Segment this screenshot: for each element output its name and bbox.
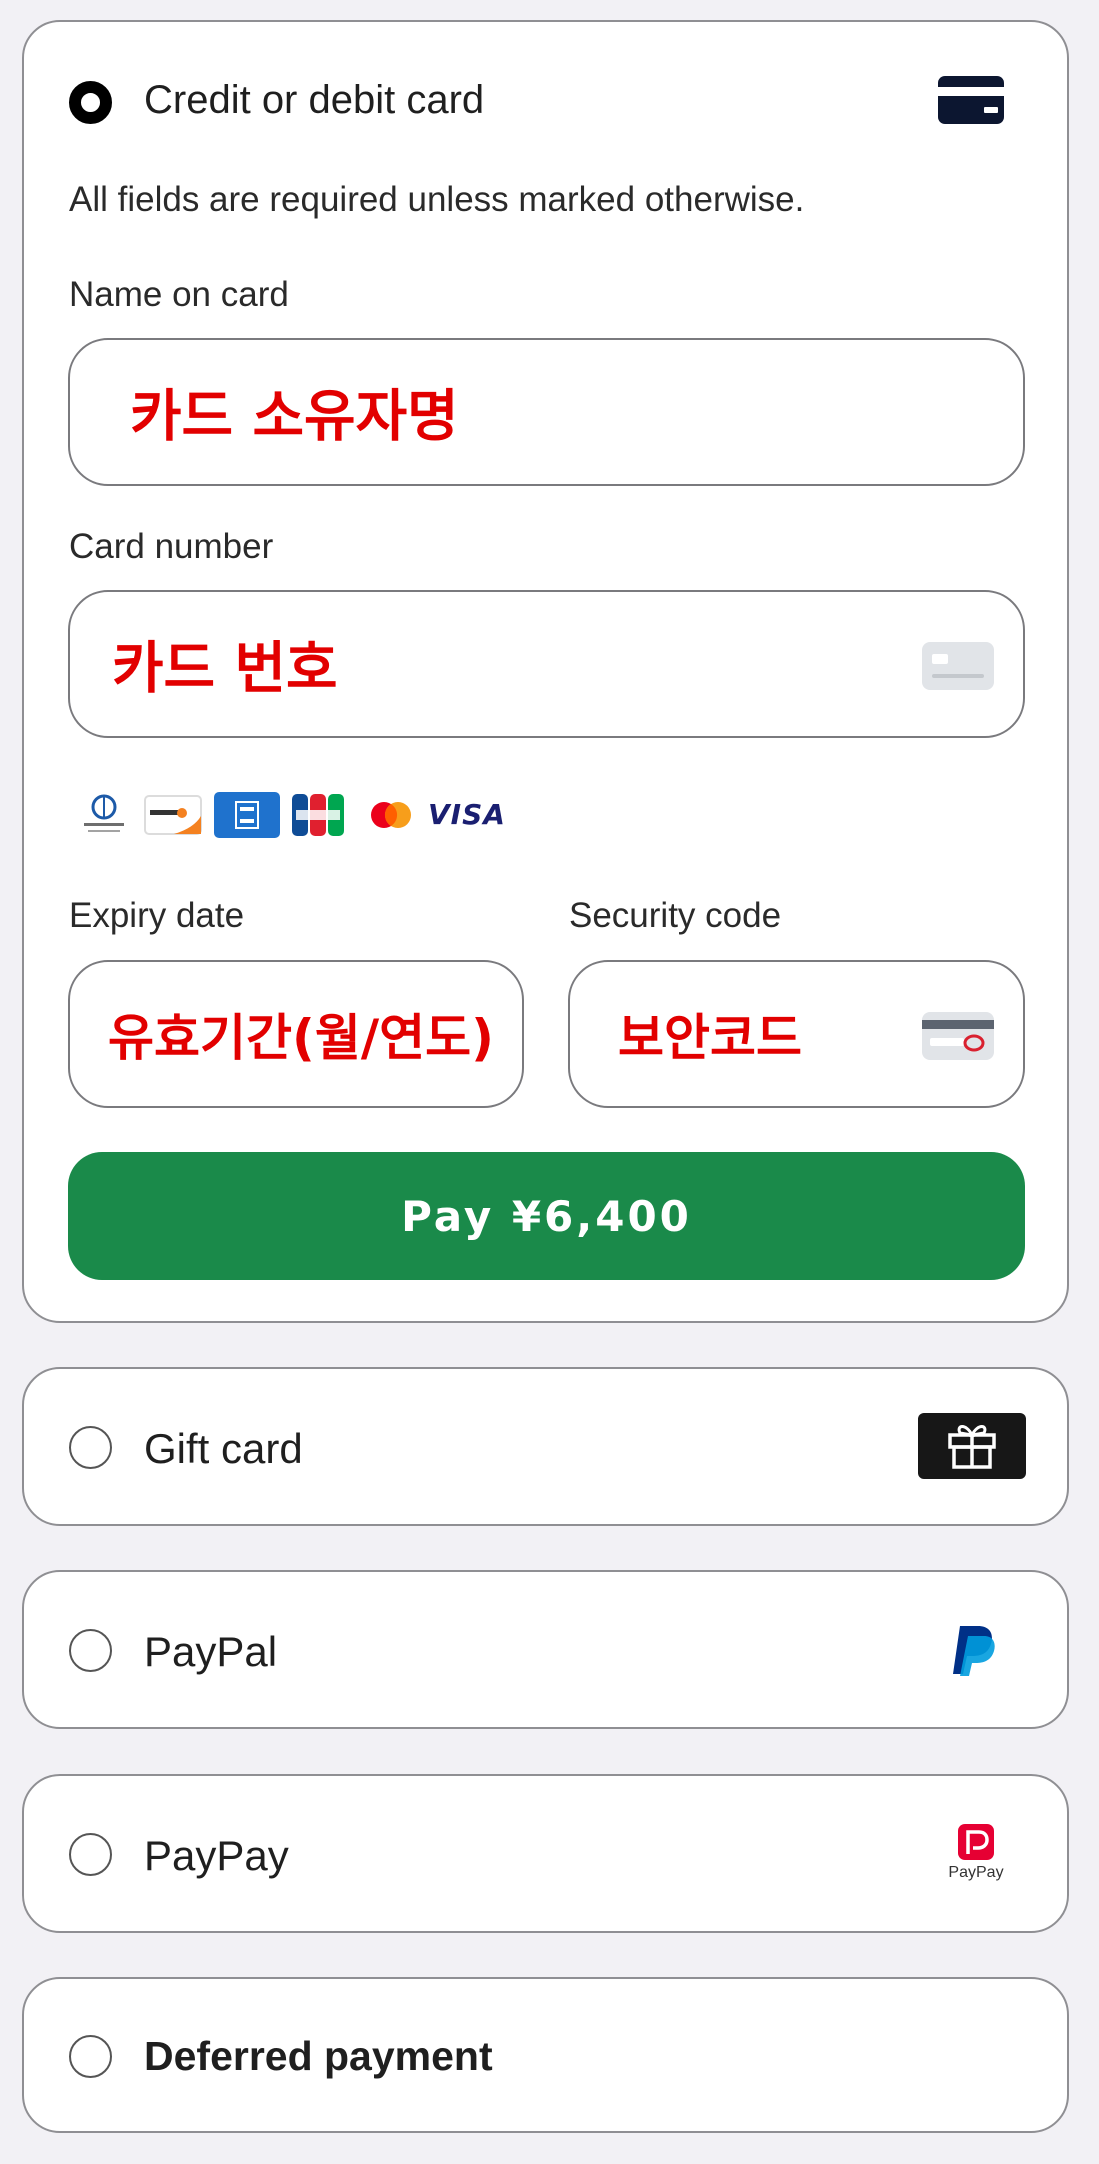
- credit-card-icon: [938, 76, 1004, 124]
- card-number-label: Card number: [69, 527, 274, 566]
- paypal-label: PayPal: [144, 1628, 278, 1675]
- amex-icon: [214, 792, 280, 838]
- name-on-card-value: 카드 소유자명: [130, 384, 459, 450]
- visa-icon: VISA: [428, 792, 506, 838]
- gift-icon: [918, 1413, 1026, 1479]
- paypay-option[interactable]: PayPay PayPay: [22, 1774, 1069, 1933]
- gift-card-radio[interactable]: [69, 1426, 112, 1469]
- expiry-date-label: Expiry date: [69, 896, 245, 935]
- paypal-icon: [953, 1626, 995, 1676]
- card-option-label: Credit or debit card: [144, 78, 485, 122]
- card-payment-panel: Credit or debit card All fields are requ…: [22, 20, 1069, 1323]
- visa-text: VISA: [428, 798, 506, 831]
- paypal-radio[interactable]: [69, 1629, 112, 1672]
- paypay-label: PayPay: [144, 1832, 289, 1879]
- name-on-card-label: Name on card: [69, 275, 289, 314]
- pay-button-label: Pay ¥6,400: [401, 1191, 692, 1241]
- card-number-value: 카드 번호: [112, 636, 338, 702]
- gift-card-option[interactable]: Gift card: [22, 1367, 1069, 1526]
- deferred-payment-label: Deferred payment: [144, 2033, 493, 2079]
- paypal-option[interactable]: PayPal: [22, 1570, 1069, 1729]
- security-code-input[interactable]: 보안코드: [568, 960, 1025, 1108]
- cvc-card-icon: [922, 1012, 994, 1060]
- deferred-payment-option[interactable]: Deferred payment: [22, 1977, 1069, 2133]
- mastercard-icon: [371, 802, 411, 828]
- card-number-card-icon: [922, 642, 994, 690]
- paypay-icon: PayPay: [938, 1824, 1014, 1888]
- paypay-logo-mark: [958, 1824, 994, 1860]
- diners-club-icon: [76, 792, 132, 838]
- gift-card-label: Gift card: [144, 1425, 303, 1472]
- deferred-payment-radio[interactable]: [69, 2035, 112, 2078]
- security-code-value: 보안코드: [618, 1009, 802, 1067]
- paypay-radio[interactable]: [69, 1833, 112, 1876]
- card-radio[interactable]: [69, 81, 112, 124]
- discover-icon: [144, 795, 202, 835]
- required-fields-hint: All fields are required unless marked ot…: [69, 180, 805, 219]
- security-code-label: Security code: [569, 896, 782, 935]
- expiry-date-value: 유효기간(월/연도): [108, 1009, 494, 1067]
- expiry-date-input[interactable]: 유효기간(월/연도): [68, 960, 524, 1108]
- pay-button[interactable]: Pay ¥6,400: [68, 1152, 1025, 1280]
- name-on-card-input[interactable]: 카드 소유자명: [68, 338, 1025, 486]
- card-number-input[interactable]: 카드 번호: [68, 590, 1025, 738]
- paypay-icon-text: PayPay: [948, 1864, 1004, 1881]
- jcb-icon: [292, 794, 344, 836]
